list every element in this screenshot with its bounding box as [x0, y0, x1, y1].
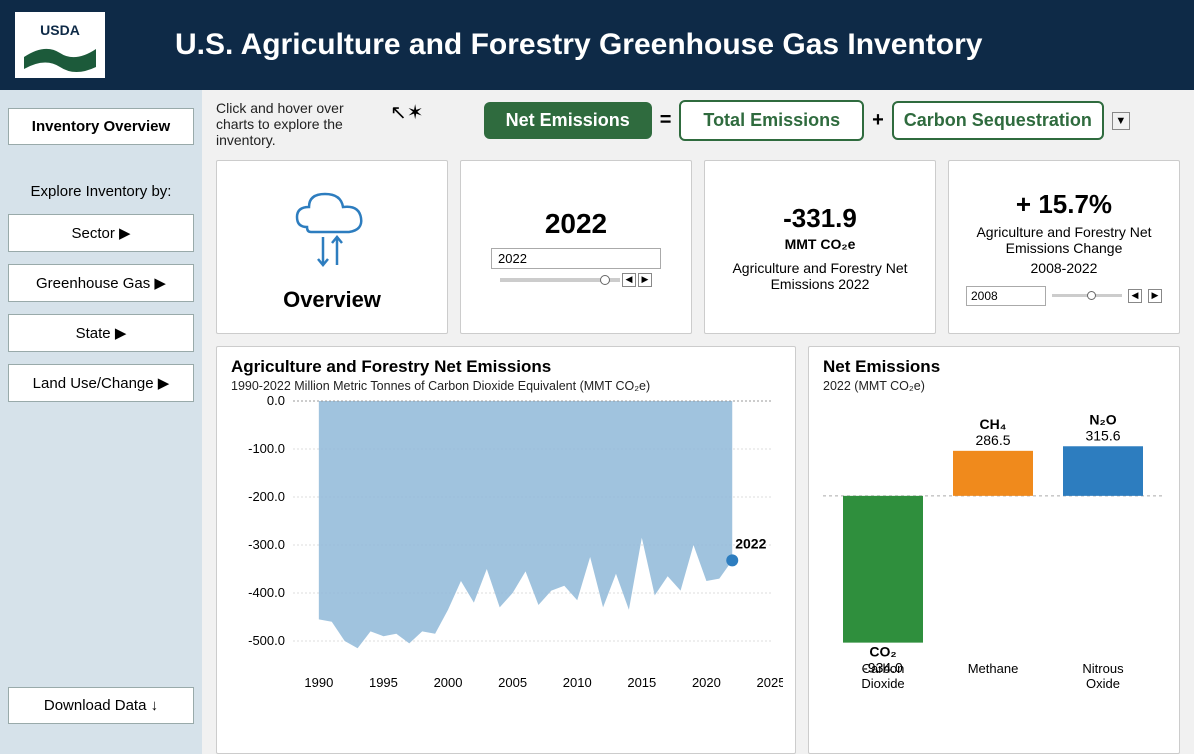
area-chart-card[interactable]: Agriculture and Forestry Net Emissions 1… [216, 346, 796, 754]
svg-text:2005: 2005 [498, 675, 527, 690]
bar-chart-card[interactable]: Net Emissions 2022 (MMT CO₂e) CO₂-934.0C… [808, 346, 1180, 754]
year-slider[interactable] [500, 278, 620, 282]
svg-text:2015: 2015 [627, 675, 656, 690]
explore-by-label: Explore Inventory by: [8, 183, 194, 200]
svg-text:CO₂: CO₂ [869, 644, 896, 660]
svg-text:-200.0: -200.0 [248, 489, 285, 504]
net-emissions-button[interactable]: Net Emissions [484, 102, 652, 139]
download-data-button[interactable]: Download Data ↓ [8, 687, 194, 724]
svg-text:USDA: USDA [40, 22, 80, 38]
main-content: Click and hover over charts to explore t… [202, 90, 1194, 754]
change-desc-1: Agriculture and Forestry Net Emissions C… [961, 224, 1167, 256]
net-unit: MMT CO₂e [785, 236, 856, 252]
selected-year: 2022 [545, 208, 607, 240]
svg-text:Oxide: Oxide [1086, 676, 1120, 691]
year-prev-button[interactable]: ◀ [622, 273, 636, 287]
sidebar-item-greenhouse-gas[interactable]: Greenhouse Gas ▶ [8, 264, 194, 302]
change-desc-2: 2008-2022 [1031, 260, 1098, 276]
svg-text:-300.0: -300.0 [248, 537, 285, 552]
svg-text:2000: 2000 [434, 675, 463, 690]
cloud-icon [287, 182, 377, 277]
svg-text:286.5: 286.5 [975, 432, 1010, 448]
svg-text:1995: 1995 [369, 675, 398, 690]
instruction-text: Click and hover over charts to explore t… [216, 100, 376, 148]
svg-text:-100.0: -100.0 [248, 441, 285, 456]
year-card: 2022 2022 ◀ ▶ [460, 160, 692, 334]
page-title: U.S. Agriculture and Forestry Greenhouse… [175, 28, 982, 62]
year-next-button[interactable]: ▶ [638, 273, 652, 287]
total-emissions-button[interactable]: Total Emissions [679, 100, 864, 141]
area-chart-title: Agriculture and Forestry Net Emissions [231, 357, 781, 377]
svg-text:-500.0: -500.0 [248, 633, 285, 648]
svg-text:2025: 2025 [757, 675, 783, 690]
plus-symbol: + [872, 109, 884, 132]
base-year-input[interactable]: 2008 [966, 286, 1046, 306]
base-next-button[interactable]: ▶ [1148, 289, 1162, 303]
usda-logo: USDA [15, 12, 105, 78]
svg-text:1990: 1990 [304, 675, 333, 690]
bar-chart-subtitle: 2022 (MMT CO₂e) [823, 379, 1165, 393]
change-value: + 15.7% [1016, 189, 1112, 220]
sidebar-item-state[interactable]: State ▶ [8, 314, 194, 352]
net-description: Agriculture and Forestry Net Emissions 2… [717, 260, 923, 292]
svg-text:315.6: 315.6 [1085, 427, 1120, 443]
area-chart-subtitle: 1990-2022 Million Metric Tonnes of Carbo… [231, 379, 781, 393]
formula-row: Net Emissions = Total Emissions + Carbon… [434, 100, 1180, 141]
svg-text:Carbon: Carbon [862, 661, 905, 676]
svg-text:N₂O: N₂O [1089, 411, 1116, 427]
net-emissions-card: -331.9 MMT CO₂e Agriculture and Forestry… [704, 160, 936, 334]
cursor-icon: ↖✶ [390, 100, 424, 125]
svg-text:Methane: Methane [968, 661, 1019, 676]
svg-text:Dioxide: Dioxide [861, 676, 904, 691]
sidebar-item-land-use[interactable]: Land Use/Change ▶ [8, 364, 194, 402]
svg-text:CH₄: CH₄ [980, 416, 1007, 432]
bar-chart-title: Net Emissions [823, 357, 1165, 377]
overview-card: Overview [216, 160, 448, 334]
base-year-slider[interactable] [1052, 294, 1122, 297]
year-input[interactable]: 2022 [491, 248, 661, 269]
svg-text:2010: 2010 [563, 675, 592, 690]
dropdown-toggle[interactable]: ▼ [1112, 112, 1130, 130]
net-value: -331.9 [783, 203, 857, 234]
app-header: USDA U.S. Agriculture and Forestry Green… [0, 0, 1194, 90]
svg-text:Nitrous: Nitrous [1082, 661, 1124, 676]
sidebar: Inventory Overview Explore Inventory by:… [0, 90, 202, 754]
bar-chart[interactable]: CO₂-934.0CarbonDioxideCH₄286.5MethaneN₂O… [823, 393, 1163, 693]
overview-label: Overview [283, 287, 381, 313]
change-card: + 15.7% Agriculture and Forestry Net Emi… [948, 160, 1180, 334]
sidebar-item-sector[interactable]: Sector ▶ [8, 214, 194, 252]
svg-text:-400.0: -400.0 [248, 585, 285, 600]
inventory-overview-button[interactable]: Inventory Overview [8, 108, 194, 145]
base-prev-button[interactable]: ◀ [1128, 289, 1142, 303]
svg-text:2022: 2022 [735, 535, 766, 551]
svg-text:0.0: 0.0 [267, 393, 285, 408]
carbon-sequestration-button[interactable]: Carbon Sequestration [892, 101, 1104, 140]
svg-text:2020: 2020 [692, 675, 721, 690]
equals-symbol: = [660, 109, 672, 132]
area-chart[interactable]: 0.0 -100.0 -200.0 -300.0 -400.0 -500.0 2022 199… [231, 393, 783, 693]
